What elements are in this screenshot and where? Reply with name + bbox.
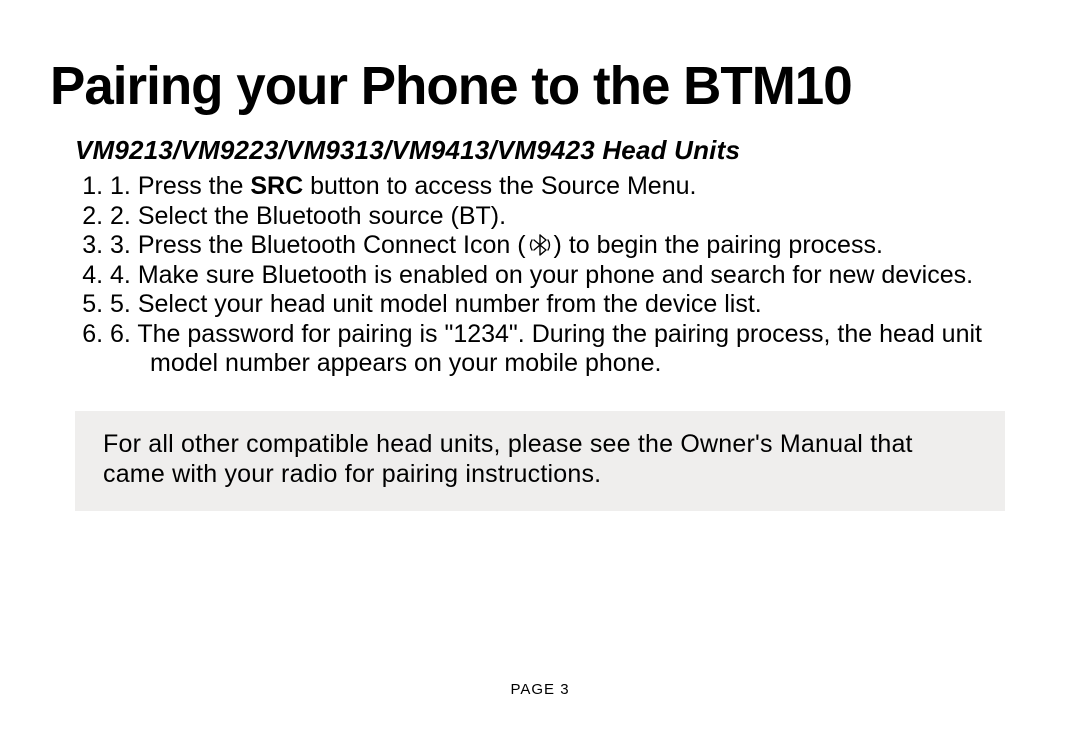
instruction-step-5: Select your head unit model number from … <box>110 290 1030 320</box>
instruction-list: Press the SRC button to access the Sourc… <box>50 172 1030 379</box>
page-footer: PAGE 3 <box>0 681 1080 698</box>
page-title: Pairing your Phone to the BTM10 <box>50 55 1010 117</box>
instruction-step-4: Make sure Bluetooth is enabled on your p… <box>110 261 1030 291</box>
document-page: Pairing your Phone to the BTM10 VM9213/V… <box>0 0 1080 734</box>
step-1-text-a: Press the <box>138 172 251 200</box>
step-1-src-bold: SRC <box>250 172 303 200</box>
instruction-step-2: Select the Bluetooth source (BT). <box>110 202 1030 232</box>
step-4-text: Make sure Bluetooth is enabled on your p… <box>138 261 973 289</box>
note-box: For all other compatible head units, ple… <box>75 411 1005 511</box>
instruction-step-6: The password for pairing is "1234". Duri… <box>110 320 1030 379</box>
note-text: For all other compatible head units, ple… <box>103 430 913 488</box>
subtitle-head-units: VM9213/VM9223/VM9313/VM9413/VM9423 Head … <box>50 135 1030 166</box>
step-6-text: The password for pairing is "1234". Duri… <box>137 320 982 378</box>
step-3-text-a: Press the Bluetooth Connect Icon ( <box>138 231 526 259</box>
instruction-step-1: Press the SRC button to access the Sourc… <box>110 172 1030 202</box>
step-1-text-b: button to access the Source Menu. <box>303 172 696 200</box>
step-2-text: Select the Bluetooth source (BT). <box>138 202 506 230</box>
instruction-step-3: Press the Bluetooth Connect Icon ( ) to b… <box>110 231 1030 261</box>
bluetooth-connect-icon <box>526 236 554 256</box>
step-3-text-b: ) to begin the pairing process. <box>554 231 883 259</box>
step-5-text: Select your head unit model number from … <box>138 290 762 318</box>
